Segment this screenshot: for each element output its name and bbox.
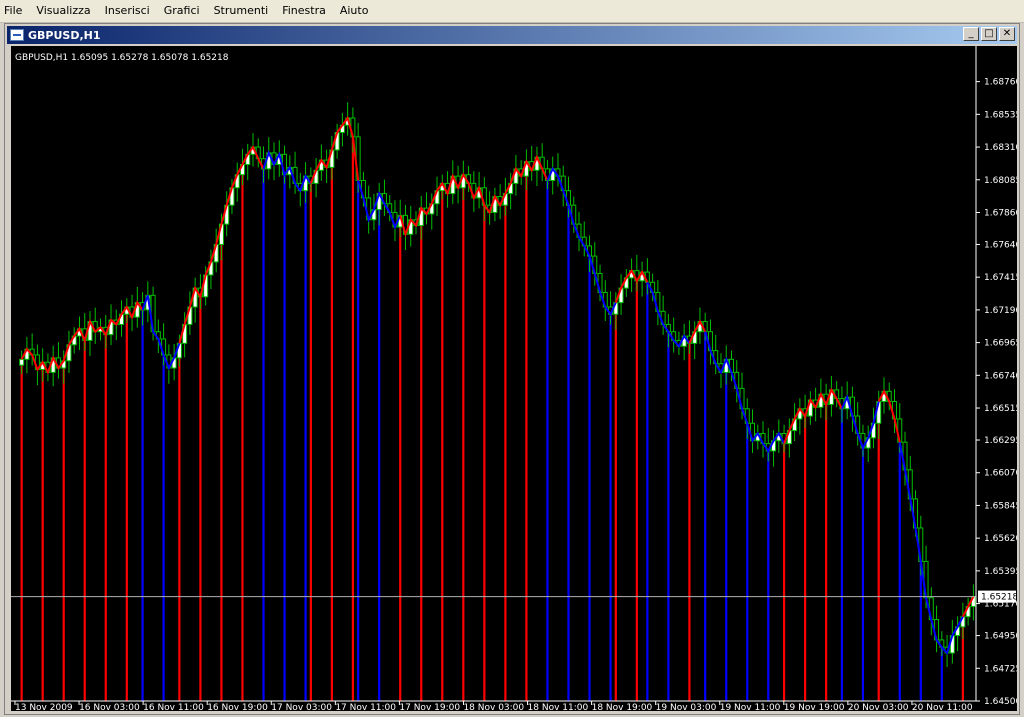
y-tick-label: 1.68085 bbox=[984, 176, 1017, 186]
x-tick-label: 19 Nov 19:00 bbox=[784, 703, 845, 711]
y-tick-label: 1.67640 bbox=[984, 240, 1017, 250]
y-tick-label: 1.66295 bbox=[984, 436, 1017, 446]
y-tick-label: 1.65845 bbox=[984, 501, 1017, 511]
x-tick-label: 16 Nov 11:00 bbox=[143, 703, 204, 711]
menu-tools[interactable]: Strumenti bbox=[208, 0, 277, 22]
x-tick-label: 17 Nov 19:00 bbox=[399, 703, 460, 711]
current-price-label: 1.65218 bbox=[981, 593, 1017, 603]
price-chart[interactable]: 1.68760 1.68535 1.68310 1.68085 1.67860 1.676… bbox=[11, 46, 1021, 713]
menu-help[interactable]: Aiuto bbox=[334, 0, 377, 22]
y-tick-label: 1.67860 bbox=[984, 208, 1017, 218]
menu-file[interactable]: File bbox=[0, 0, 30, 22]
y-tick-label: 1.67415 bbox=[984, 273, 1017, 283]
x-tick-label: 20 Nov 11:00 bbox=[912, 703, 973, 711]
chart-window-titlebar[interactable]: GBPUSD,H1 _ □ ✕ bbox=[7, 26, 1017, 44]
y-tick-label: 1.68535 bbox=[984, 110, 1017, 120]
minimize-button[interactable]: _ bbox=[963, 27, 979, 41]
x-tick-label: 13 Nov 2009 bbox=[15, 703, 73, 711]
x-tick-label: 19 Nov 03:00 bbox=[656, 703, 717, 711]
menu-view[interactable]: Visualizza bbox=[30, 0, 98, 22]
trend-line-down bbox=[704, 331, 785, 453]
window-controls: _ □ ✕ bbox=[963, 27, 1015, 41]
y-tick-label: 1.68310 bbox=[984, 143, 1017, 153]
menu-charts[interactable]: Grafici bbox=[158, 0, 208, 22]
x-tick-label: 18 Nov 03:00 bbox=[463, 703, 524, 711]
x-tick-label: 18 Nov 19:00 bbox=[592, 703, 653, 711]
x-tick-label: 16 Nov 03:00 bbox=[79, 703, 140, 711]
menu-window[interactable]: Finestra bbox=[276, 0, 334, 22]
x-tick-label: 17 Nov 11:00 bbox=[335, 703, 396, 711]
chart-symbol-label: GBPUSD,H1 1.65095 1.65278 1.65078 1.6521… bbox=[15, 53, 229, 63]
x-tick-label: 18 Nov 11:00 bbox=[528, 703, 589, 711]
y-tick-label: 1.68760 bbox=[984, 78, 1017, 88]
chart-window-title: GBPUSD,H1 bbox=[28, 28, 101, 42]
x-tick-label: 17 Nov 03:00 bbox=[271, 703, 332, 711]
x-tick-label: 16 Nov 19:00 bbox=[207, 703, 268, 711]
x-tick-label: 19 Nov 11:00 bbox=[720, 703, 781, 711]
close-button[interactable]: ✕ bbox=[999, 27, 1015, 41]
y-tick-label: 1.65395 bbox=[984, 567, 1017, 577]
y-tick-label: 1.64950 bbox=[984, 632, 1017, 642]
chart-window: GBPUSD,H1 _ □ ✕ 1.687601.685351.683101.6… bbox=[4, 23, 1021, 715]
chart-window-icon bbox=[10, 29, 24, 41]
y-tick-label: 1.65620 bbox=[984, 534, 1017, 544]
menu-insert[interactable]: Inserisci bbox=[99, 0, 158, 22]
chart-area[interactable]: 1.68760 1.68535 1.68310 1.68085 1.67860 1.676… bbox=[11, 46, 1021, 713]
menu-bar: File Visualizza Inserisci Grafici Strume… bbox=[0, 0, 1024, 23]
y-tick-label: 1.64725 bbox=[984, 664, 1017, 674]
y-tick-label: 1.66070 bbox=[984, 469, 1017, 479]
y-tick-label: 1.66740 bbox=[984, 371, 1017, 381]
candle-body bbox=[19, 358, 25, 366]
y-tick-label: 1.66965 bbox=[984, 339, 1017, 349]
maximize-button[interactable]: □ bbox=[981, 27, 997, 41]
y-tick-label: 1.67190 bbox=[984, 306, 1017, 316]
y-tick-label: 1.64500 bbox=[984, 697, 1017, 707]
y-tick-label: 1.66515 bbox=[984, 404, 1017, 414]
x-tick-label: 20 Nov 03:00 bbox=[848, 703, 909, 711]
